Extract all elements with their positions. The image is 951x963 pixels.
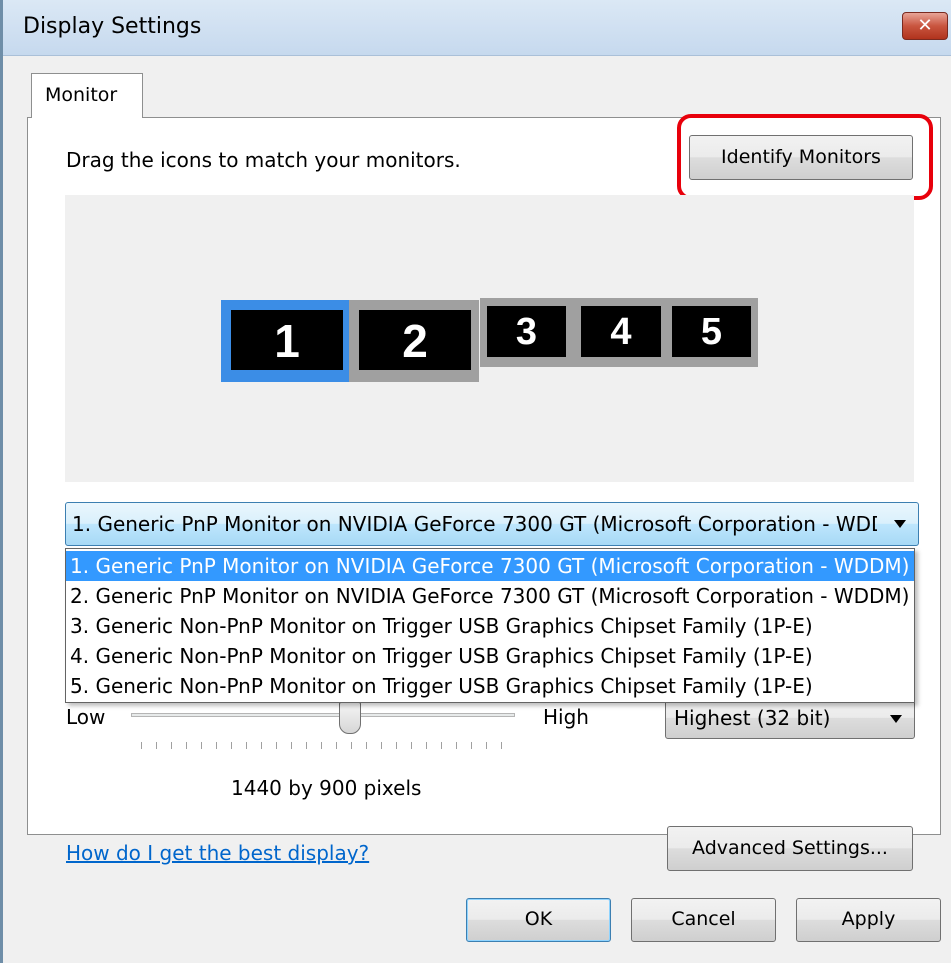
apply-button[interactable]: Apply [796, 898, 941, 942]
slider-tick [486, 742, 487, 749]
slider-tick [306, 742, 307, 749]
chevron-down-icon [890, 715, 902, 723]
display-settings-window: Display Settings ✕ Monitor Drag the icon… [0, 0, 951, 963]
slider-tick [366, 742, 367, 749]
close-icon: ✕ [917, 15, 933, 36]
monitor-3-number: 3 [487, 306, 566, 357]
dropdown-option-5[interactable]: 5. Generic Non-PnP Monitor on Trigger US… [66, 671, 914, 701]
dropdown-option-1[interactable]: 1. Generic PnP Monitor on NVIDIA GeForce… [66, 551, 914, 581]
slider-tick [471, 742, 472, 749]
slider-tick [396, 742, 397, 749]
slider-tick [276, 742, 277, 749]
chevron-down-icon [894, 520, 906, 528]
monitor-2-number: 2 [359, 310, 471, 370]
slider-tick [261, 742, 262, 749]
monitor-dropdown-list: 1. Generic PnP Monitor on NVIDIA GeForce… [65, 548, 915, 703]
identify-monitors-label: Identify Monitors [721, 146, 881, 168]
slider-tick [156, 742, 157, 749]
advanced-settings-label: Advanced Settings... [692, 837, 888, 859]
resolution-slider-ticks [141, 742, 502, 749]
slider-tick [321, 742, 322, 749]
slider-tick [201, 742, 202, 749]
slider-tick [291, 742, 292, 749]
resolution-low-label: Low [66, 705, 106, 729]
help-link[interactable]: How do I get the best display? [66, 841, 369, 865]
monitor-5-number: 5 [672, 306, 751, 357]
dropdown-option-4[interactable]: 4. Generic Non-PnP Monitor on Trigger US… [66, 641, 914, 671]
resolution-value-text: 1440 by 900 pixels [231, 776, 422, 800]
identify-monitors-button[interactable]: Identify Monitors [689, 135, 913, 180]
slider-tick [336, 742, 337, 749]
ok-button[interactable]: OK [466, 898, 611, 942]
color-quality-value: Highest (32 bit) [674, 706, 831, 730]
tab-monitor[interactable]: Monitor [31, 73, 143, 118]
monitor-1-number: 1 [231, 310, 343, 370]
slider-tick [441, 742, 442, 749]
monitor-select-value: 1. Generic PnP Monitor on NVIDIA GeForce… [72, 512, 877, 536]
monitor-icon-4[interactable]: 4 [573, 298, 668, 367]
monitor-icon-1[interactable]: 1 [221, 300, 351, 382]
ok-label: OK [524, 908, 553, 930]
slider-tick [456, 742, 457, 749]
title-bar[interactable]: Display Settings ✕ [3, 0, 951, 56]
dropdown-option-3[interactable]: 3. Generic Non-PnP Monitor on Trigger US… [66, 611, 914, 641]
slider-tick [231, 742, 232, 749]
slider-tick [246, 742, 247, 749]
monitor-icon-3[interactable]: 3 [480, 298, 573, 367]
slider-tick [426, 742, 427, 749]
resolution-slider-thumb[interactable] [338, 702, 361, 734]
color-quality-select[interactable]: Highest (32 bit) [665, 697, 915, 739]
advanced-settings-button[interactable]: Advanced Settings... [667, 826, 913, 871]
slider-tick [381, 742, 382, 749]
monitor-4-number: 4 [581, 306, 661, 357]
slider-tick [171, 742, 172, 749]
cancel-button[interactable]: Cancel [631, 898, 776, 942]
resolution-slider-track[interactable] [131, 713, 515, 717]
monitor-icon-2[interactable]: 2 [349, 300, 479, 382]
monitor-icon-5[interactable]: 5 [665, 298, 758, 367]
instructions-text: Drag the icons to match your monitors. [66, 148, 461, 172]
slider-tick [411, 742, 412, 749]
tab-monitor-label: Monitor [45, 84, 118, 106]
slider-tick [186, 742, 187, 749]
close-button[interactable]: ✕ [902, 12, 948, 40]
monitor-select-dropdown[interactable]: 1. Generic PnP Monitor on NVIDIA GeForce… [65, 502, 919, 546]
resolution-high-label: High [543, 705, 589, 729]
slider-tick [141, 742, 142, 749]
cancel-label: Cancel [671, 908, 736, 930]
slider-tick [501, 742, 502, 749]
slider-tick [216, 742, 217, 749]
window-title: Display Settings [23, 14, 202, 39]
apply-label: Apply [841, 908, 896, 930]
dropdown-option-2[interactable]: 2. Generic PnP Monitor on NVIDIA GeForce… [66, 581, 914, 611]
slider-tick [351, 742, 352, 749]
